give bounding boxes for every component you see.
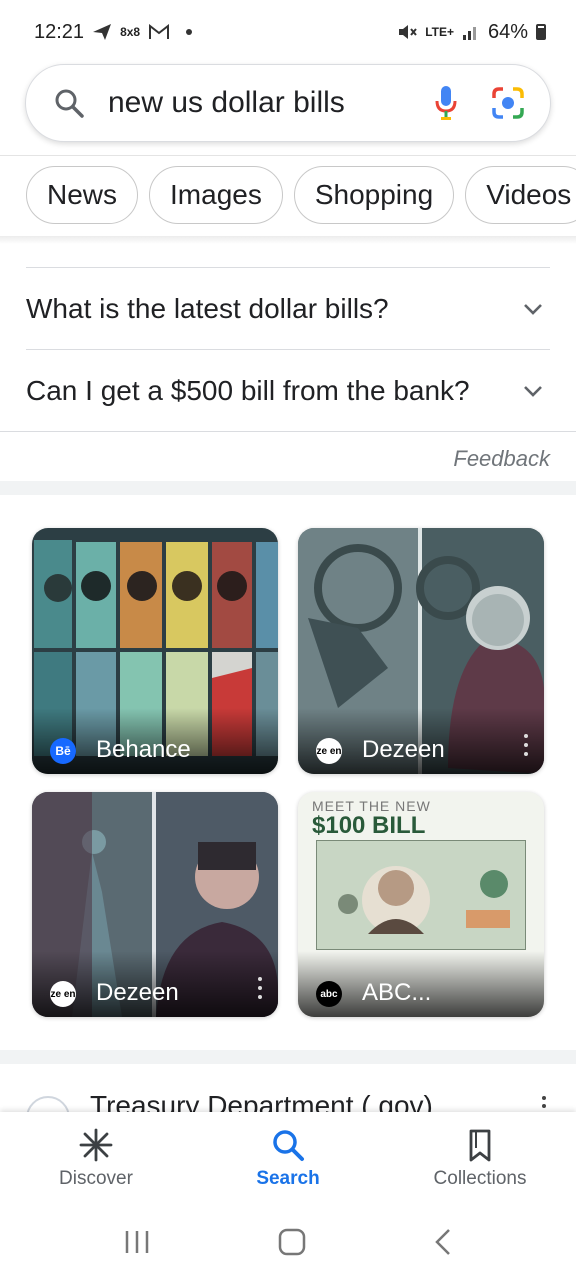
nav-collections[interactable]: Collections [384, 1112, 576, 1204]
nav-search[interactable]: Search [192, 1112, 384, 1204]
paa-question[interactable]: What is the latest dollar bills? [26, 268, 550, 350]
nav-label: Search [256, 1168, 320, 1189]
home-icon[interactable] [278, 1228, 306, 1256]
search-icon [55, 89, 84, 118]
image-source: Dezeen [96, 979, 179, 1006]
image-caption-line2: $100 BILL [312, 812, 426, 839]
collections-icon [469, 1129, 491, 1162]
behance-icon: Bē [50, 738, 76, 764]
header-divider [0, 155, 576, 156]
send-icon [93, 24, 112, 40]
chip-videos[interactable]: Videos [465, 166, 576, 224]
image-result[interactable]: Bē Behance [32, 528, 278, 774]
more-options-icon[interactable] [258, 977, 262, 999]
paa-partial-row [26, 242, 550, 268]
search-box[interactable]: new us dollar bills [25, 64, 551, 142]
feedback-link[interactable]: Feedback [453, 446, 550, 472]
image-result[interactable]: MEET THE NEW $100 BILL abc ABC... [298, 792, 544, 1017]
notification-dot-icon [186, 29, 193, 35]
image-source: Behance [96, 736, 191, 763]
more-options-icon[interactable] [524, 734, 528, 756]
dezeen-icon: ze en [316, 738, 342, 764]
nav-discover[interactable]: Discover [0, 1112, 192, 1204]
dezeen-icon: ze en [50, 981, 76, 1007]
system-nav-bar [0, 1204, 576, 1280]
hundred-dollar-bill-image [316, 840, 526, 950]
paa-question-text: Can I get a $500 bill from the bank? [26, 375, 470, 406]
image-caption: Bē Behance [32, 708, 278, 774]
paa-question-text: What is the latest dollar bills? [26, 292, 389, 324]
status-bar: 12:21 8x8 LTE+ 64% [0, 0, 576, 64]
section-separator [0, 481, 576, 495]
bottom-nav: Discover Search Collections [0, 1112, 576, 1204]
section-separator [0, 1050, 576, 1064]
image-result[interactable]: ze en Dezeen [32, 792, 278, 1017]
image-source: ABC... [362, 979, 432, 1006]
chip-news[interactable]: News [26, 166, 139, 224]
image-caption: ze en Dezeen [32, 951, 278, 1017]
image-caption: ze en Dezeen [298, 708, 544, 774]
status-time: 12:21 [34, 20, 85, 43]
battery-icon [536, 24, 546, 40]
google-lens-icon[interactable] [488, 83, 528, 123]
chip-shopping[interactable]: Shopping [293, 166, 455, 224]
nav-label: Discover [59, 1168, 133, 1189]
signal-icon [462, 27, 476, 40]
image-source: Dezeen [362, 736, 445, 763]
filter-chips: News Images Shopping Videos [26, 166, 576, 224]
asterisk-icon [79, 1128, 113, 1162]
image-result[interactable]: ze en Dezeen [298, 528, 544, 774]
battery-percent: 64% [487, 20, 528, 43]
nav-label: Collections [433, 1168, 527, 1189]
paa-question[interactable]: Can I get a $500 bill from the bank? [26, 350, 550, 432]
recent-apps-icon[interactable] [123, 1229, 151, 1255]
mute-icon [399, 25, 417, 39]
abc-icon: abc [316, 981, 342, 1007]
network-type-icon: LTE+ [425, 25, 454, 39]
chevron-down-icon [524, 303, 542, 315]
search-icon [273, 1130, 304, 1161]
chevron-down-icon [524, 386, 542, 397]
notif-8x8-icon: 8x8 [120, 25, 141, 39]
gmail-icon [149, 24, 170, 39]
back-icon[interactable] [433, 1228, 453, 1256]
image-caption: abc ABC... [298, 951, 544, 1017]
chip-images[interactable]: Images [149, 166, 283, 224]
paa-divider [0, 431, 576, 432]
search-input[interactable]: new us dollar bills [108, 86, 404, 120]
mic-icon[interactable] [426, 83, 466, 123]
